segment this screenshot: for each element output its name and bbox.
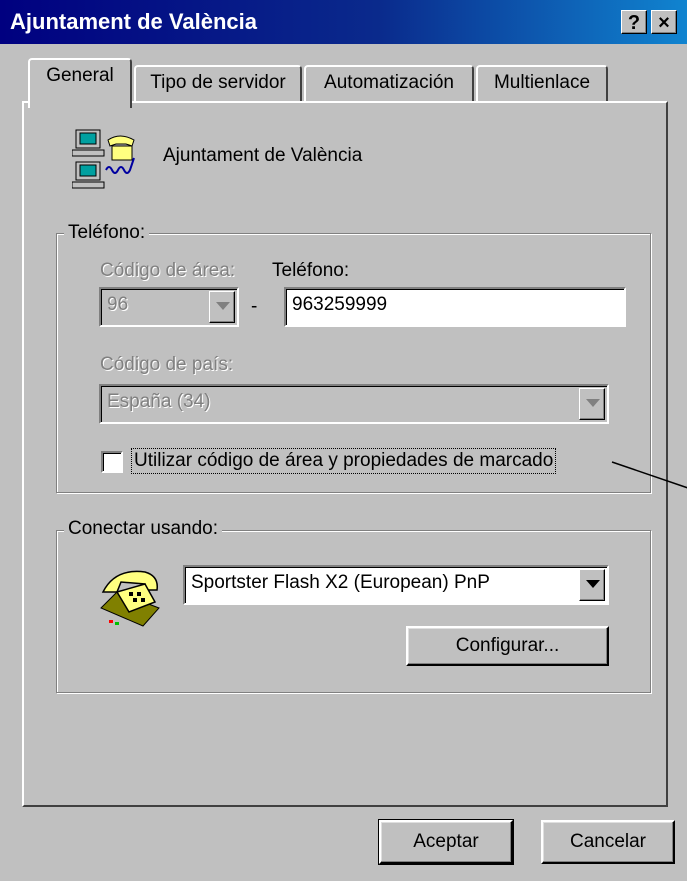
tab-general[interactable]: General (28, 58, 132, 108)
configure-button-label: Configurar... (455, 635, 560, 656)
chevron-down-icon (216, 302, 230, 310)
chevron-down-icon (586, 580, 600, 588)
use-area-code-label[interactable]: Utilizar código de área y propiedades de… (130, 448, 557, 474)
country-code-combobox: España (34) (99, 384, 609, 424)
tab-automatizacion[interactable]: Automatización (304, 65, 474, 103)
chevron-down-icon (586, 399, 600, 407)
connection-name: Ajuntament de València (163, 145, 363, 166)
ok-button[interactable]: Aceptar (378, 819, 514, 865)
phone-group-legend: Teléfono: (64, 222, 150, 244)
area-phone-separator: - (251, 296, 258, 317)
tab-automatizacion-label: Automatización (324, 72, 454, 93)
modem-select[interactable]: Sportster Flash X2 (European) PnP (183, 565, 609, 605)
connect-group-legend: Conectar usando: (64, 518, 222, 540)
cancel-button[interactable]: Cancelar (541, 820, 675, 864)
cancel-button-label: Cancelar (569, 831, 647, 852)
tab-tipo-label: Tipo de servidor (150, 72, 286, 93)
country-code-dropdown-button (579, 388, 605, 420)
close-button[interactable]: × (651, 10, 677, 34)
tab-multienlace-label: Multienlace (493, 72, 591, 93)
phone-number-value: 963259999 (292, 294, 388, 315)
area-code-dropdown-button (209, 291, 235, 323)
phone-label: Teléfono: (272, 260, 350, 281)
ok-button-label: Aceptar (413, 831, 479, 852)
country-code-label: Código de país: (100, 354, 234, 375)
telephone-modem-icon (95, 562, 165, 634)
modem-select-value: Sportster Flash X2 (European) PnP (191, 572, 490, 593)
window-title: Ajuntament de València (10, 9, 257, 34)
area-code-label: Código de área: (100, 260, 236, 281)
modem-dropdown-button[interactable] (579, 569, 605, 601)
phone-number-input[interactable]: 963259999 (284, 287, 626, 327)
area-code-value: 96 (107, 294, 129, 315)
use-area-code-checkbox[interactable] (101, 451, 123, 473)
country-code-value: España (34) (107, 391, 211, 412)
area-code-combobox: 96 (99, 287, 239, 327)
tab-general-label: General (46, 65, 114, 86)
help-button[interactable]: ? (621, 10, 647, 34)
configure-button[interactable]: Configurar... (406, 626, 609, 666)
tab-tipo-de-servidor[interactable]: Tipo de servidor (134, 65, 302, 103)
title-bar[interactable]: Ajuntament de València ? × (0, 0, 687, 44)
annotation-pointer-line (610, 460, 687, 492)
tab-multienlace[interactable]: Multienlace (476, 65, 608, 103)
dialup-computers-icon (71, 128, 142, 192)
